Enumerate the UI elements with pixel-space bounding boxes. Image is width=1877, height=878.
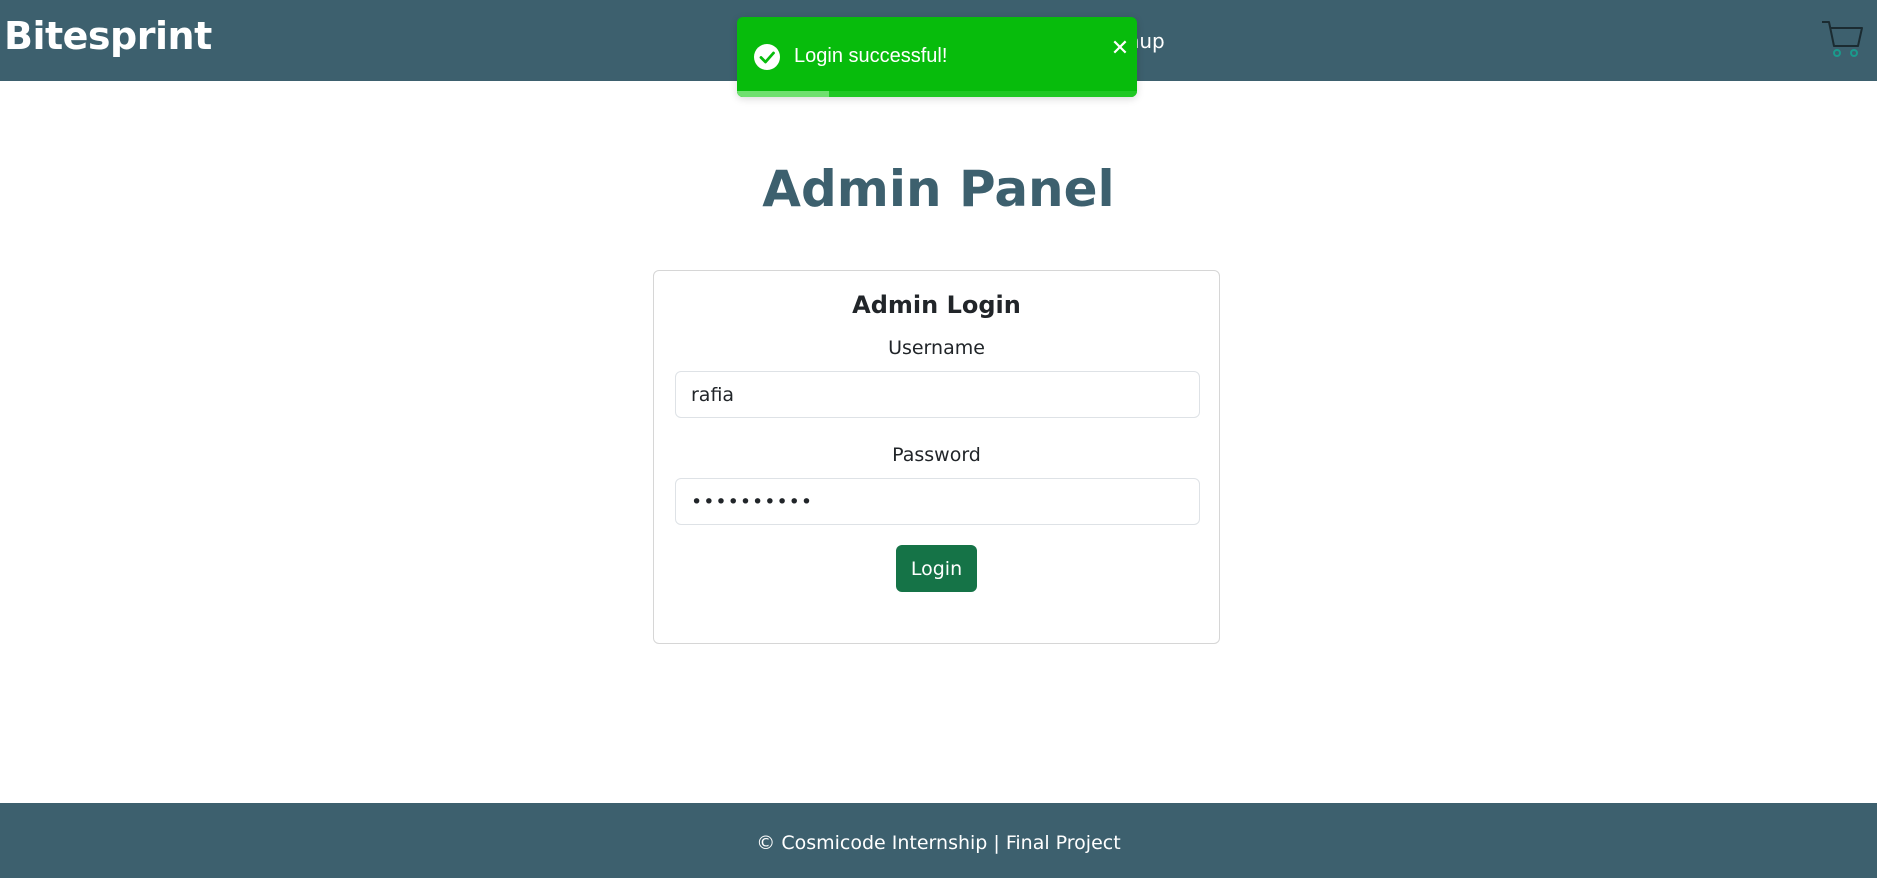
password-label: Password — [892, 444, 981, 466]
toast-progress-track — [737, 91, 1137, 97]
password-field[interactable] — [675, 478, 1200, 525]
toast-progress-bar — [737, 91, 829, 97]
check-circle-icon — [753, 43, 781, 71]
username-label: Username — [888, 337, 985, 359]
page-title: Admin Panel — [762, 160, 1115, 218]
cart-icon[interactable] — [1820, 18, 1864, 60]
brand-logo[interactable]: Bitesprint — [4, 14, 212, 58]
footer-text: © Cosmicode Internship | Final Project — [756, 832, 1121, 854]
toast-notification: Login successful! ✕ — [737, 17, 1137, 97]
footer: © Cosmicode Internship | Final Project — [0, 803, 1877, 878]
card-title: Admin Login — [852, 291, 1021, 319]
login-button[interactable]: Login — [896, 545, 977, 592]
close-icon[interactable]: ✕ — [1110, 38, 1130, 60]
login-card: Admin Login Username Password Login — [653, 270, 1220, 644]
username-field[interactable] — [675, 371, 1200, 418]
toast-message: Login successful! — [794, 45, 948, 67]
